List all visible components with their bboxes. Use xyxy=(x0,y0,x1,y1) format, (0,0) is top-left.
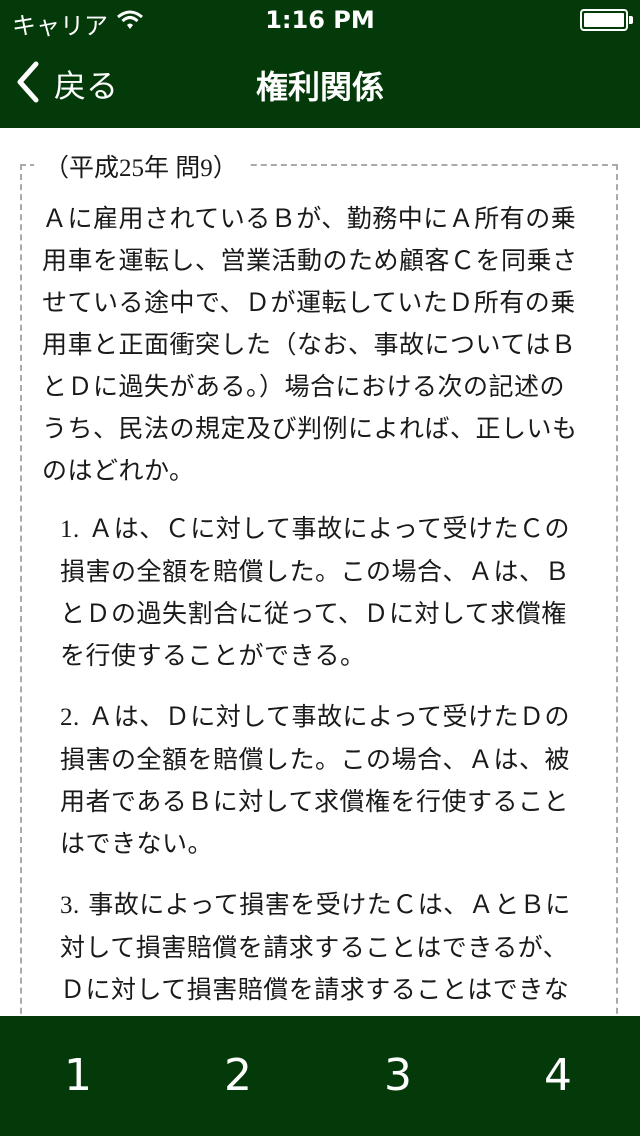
page-title: 権利関係 xyxy=(255,68,384,106)
top-bar: キャリア 1:16 PM 戻る 権利関係 xyxy=(0,0,640,128)
choice-3: 3. 事故によって損害を受けたＣは、ＡとＢに対して損害賠償を請求することはできる… xyxy=(60,884,590,1011)
question-content[interactable]: （平成25年 問9） Ａに雇用されているＢが、勤務中にＡ所有の乗用車を運転し、営… xyxy=(0,128,640,1016)
choice-2: 2. Ａは、Ｄに対して事故によって受けたＤの損害の全額を賠償した。この場合、Ａは… xyxy=(60,696,590,865)
choice-text: Ａは、Ｃに対して事故によって受けたＣの損害の全額を賠償した。この場合、Ａは、Ｂと… xyxy=(60,514,571,670)
answer-button-2[interactable]: 2 xyxy=(188,1036,288,1116)
question-text: Ａに雇用されているＢが、勤務中にＡ所有の乗用車を運転し、営業活動のため顧客Ｃを同… xyxy=(42,204,578,485)
status-bar: キャリア 1:16 PM xyxy=(0,0,640,40)
answer-button-3[interactable]: 3 xyxy=(348,1036,448,1116)
navigation-bar: 戻る 権利関係 xyxy=(0,40,640,128)
choice-text: Ａは、Ｄに対して事故によって受けたＤの損害の全額を賠償した。この場合、Ａは、被用… xyxy=(60,702,571,858)
choice-number: 1. xyxy=(60,516,80,543)
status-time: 1:16 PM xyxy=(265,6,375,34)
battery-icon xyxy=(580,9,633,31)
answer-bar: 1 2 3 4 xyxy=(0,1016,640,1136)
answer-button-4[interactable]: 4 xyxy=(508,1036,608,1116)
choice-number: 2. xyxy=(60,704,80,731)
question-source: （平成25年 問9） xyxy=(34,148,248,184)
choice-text: 事故によって損害を受けたＣは、ＡとＢに対して損害賠償を請求することはできるが、Ｄ… xyxy=(60,890,571,1004)
choice-1: 1. Ａは、Ｃに対して事故によって受けたＣの損害の全額を賠償した。この場合、Ａは… xyxy=(60,508,590,677)
choice-number: 3. xyxy=(60,892,80,919)
answer-button-1[interactable]: 1 xyxy=(28,1036,128,1116)
